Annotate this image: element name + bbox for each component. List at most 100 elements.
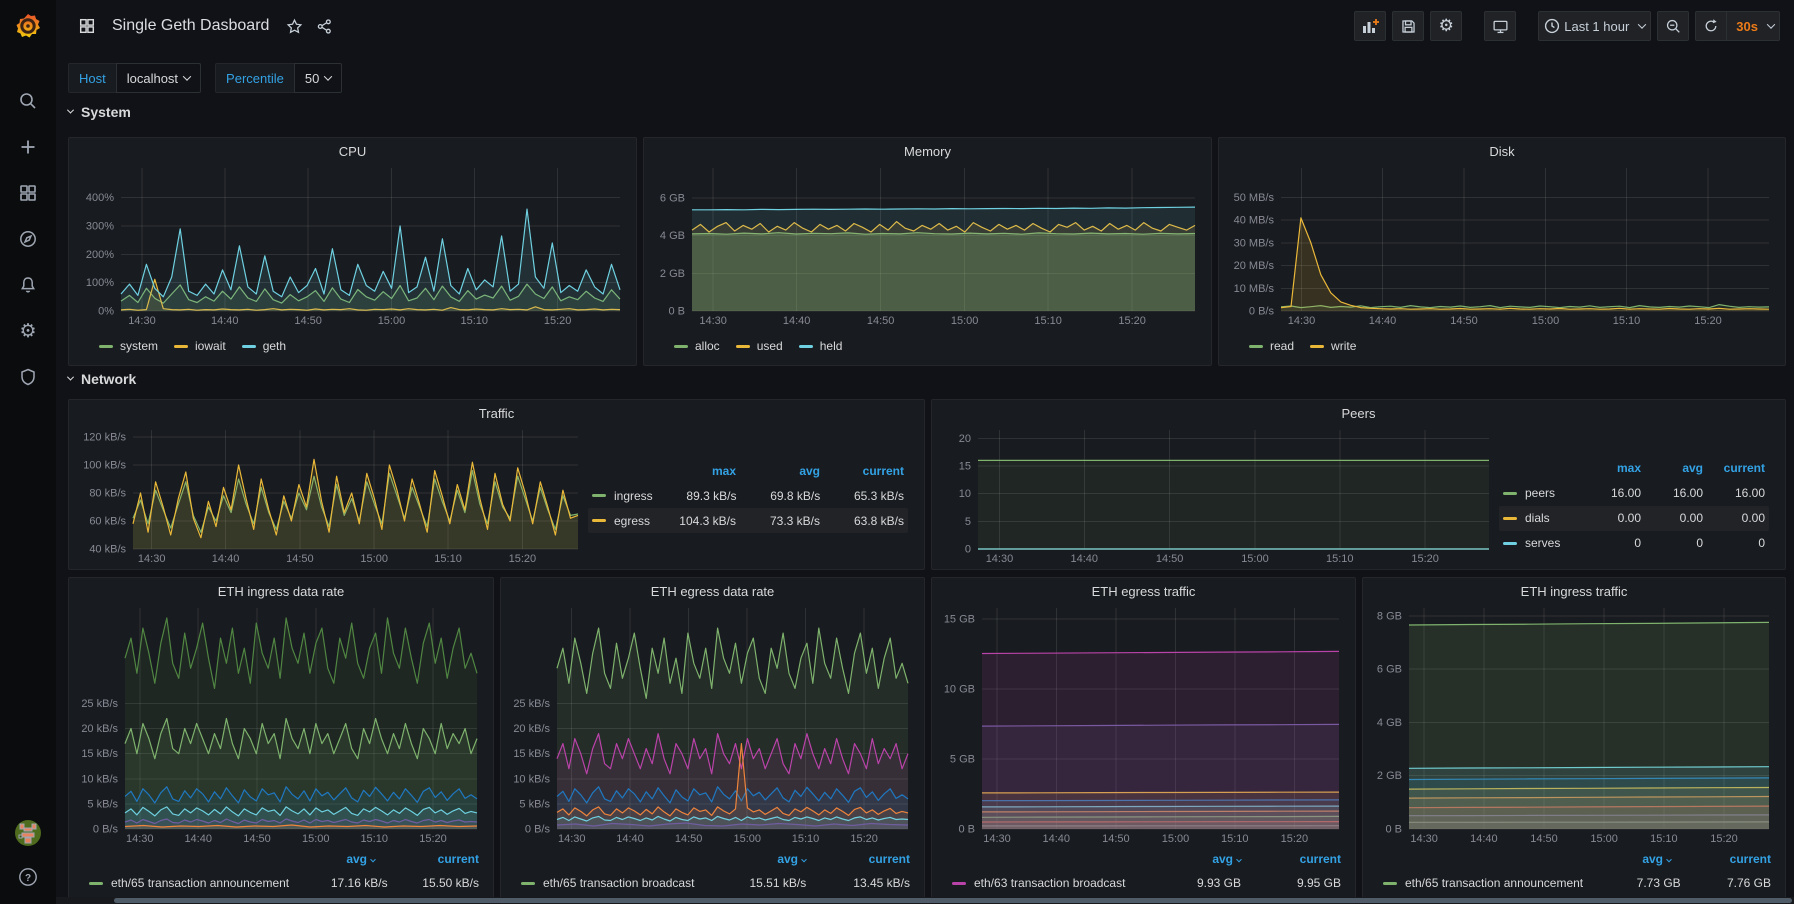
legend-sort-max[interactable]: max (652, 464, 736, 478)
legend-item-write[interactable]: write (1310, 339, 1356, 353)
horizontal-scrollbar[interactable] (114, 898, 1792, 903)
legend-row-serves: serves000 (1499, 531, 1769, 556)
legend-item-held[interactable]: held (799, 339, 843, 353)
legend-item-iowait[interactable]: iowait (174, 339, 226, 353)
svg-text:10 MB/s: 10 MB/s (1234, 283, 1275, 295)
variable-percentile-value[interactable]: 50 (294, 63, 342, 93)
legend-sort-avg[interactable]: avg (736, 464, 820, 478)
series-color-dash (952, 882, 966, 885)
svg-text:200%: 200% (86, 249, 114, 261)
legend-row-dials: dials0.000.000.00 (1499, 506, 1769, 531)
legend-label: system (120, 339, 158, 353)
add-panel-button[interactable] (1354, 11, 1386, 41)
svg-text:100 kB/s: 100 kB/s (83, 460, 126, 472)
svg-text:14:50: 14:50 (243, 833, 271, 845)
legend-sort-avg[interactable]: avg (1133, 852, 1241, 866)
chart-eth_ingress_rate[interactable]: 0 B/s5 kB/s10 kB/s15 kB/s20 kB/s25 kB/s1… (75, 604, 487, 845)
legend-sort-avg[interactable]: avg (1563, 852, 1671, 866)
grafana-logo[interactable] (0, 0, 56, 52)
dashboard-grid-icon[interactable] (72, 11, 102, 41)
time-range-picker[interactable]: Last 1 hour (1538, 11, 1651, 41)
chart-traffic[interactable]: 40 kB/s60 kB/s80 kB/s100 kB/s120 kB/s14:… (75, 426, 588, 565)
legend-item-serves[interactable]: serves (1503, 536, 1579, 550)
panel-title-peers[interactable]: Peers (932, 400, 1785, 426)
legend-peers: maxavgcurrentpeers16.0016.0016.00dials0.… (1499, 426, 1779, 565)
legend-item-used[interactable]: used (736, 339, 783, 353)
legend-item-eth/63 transaction broadcast[interactable]: eth/63 transaction broadcast (952, 876, 1133, 890)
save-dashboard-button[interactable] (1392, 11, 1424, 41)
legend-sort-avg[interactable]: avg (1641, 461, 1703, 475)
legend-item-egress[interactable]: egress (592, 514, 652, 528)
chart-cpu[interactable]: 0%100%200%300%400%14:3014:4014:5015:0015… (75, 164, 630, 327)
legend-sort-avg[interactable]: avg (263, 852, 375, 866)
svg-text:15:00: 15:00 (1241, 553, 1269, 565)
legend-sort-current[interactable]: current (1241, 852, 1341, 866)
chart-disk[interactable]: 0 B/s10 MB/s20 MB/s30 MB/s40 MB/s50 MB/s… (1225, 164, 1779, 327)
legend-item-eth/65 transaction announcement[interactable]: eth/65 transaction announcement (1383, 876, 1583, 890)
svg-text:10 GB: 10 GB (944, 684, 975, 696)
legend-item-dials[interactable]: dials (1503, 511, 1579, 525)
panel-title-disk[interactable]: Disk (1219, 138, 1785, 164)
legend-value: 9.95 GB (1241, 876, 1341, 890)
dashboard-settings-button[interactable]: ⚙ (1430, 11, 1462, 41)
zoom-out-button[interactable] (1657, 11, 1689, 41)
panel-title-cpu[interactable]: CPU (69, 138, 636, 164)
svg-text:?: ? (25, 873, 31, 884)
search-icon[interactable] (10, 88, 46, 114)
create-plus-icon[interactable] (10, 134, 46, 160)
panel-title-memory[interactable]: Memory (644, 138, 1211, 164)
user-avatar[interactable] (10, 820, 46, 846)
share-icon[interactable] (309, 11, 339, 41)
dashboards-icon[interactable] (10, 180, 46, 206)
tv-kiosk-button[interactable] (1484, 11, 1516, 41)
legend-item-eth/65 transaction broadcast[interactable]: eth/65 transaction broadcast (521, 876, 694, 890)
legend-sort-avg[interactable]: avg (694, 852, 806, 866)
legend-value: 104.3 kB/s (652, 514, 736, 528)
chart-eth_egress_traffic[interactable]: 0 B5 GB10 GB15 GB14:3014:4014:5015:0015:… (938, 604, 1349, 845)
row-header-system[interactable]: System (68, 104, 131, 120)
legend-sort-current[interactable]: current (1671, 852, 1771, 866)
variable-host-label[interactable]: Host (68, 63, 116, 93)
panel-title-eth_egress_traffic[interactable]: ETH egress traffic (932, 578, 1355, 604)
legend-item-ingress[interactable]: ingress (592, 489, 653, 503)
chart-memory[interactable]: 0 B2 GB4 GB6 GB14:3014:4014:5015:0015:10… (650, 164, 1205, 327)
svg-text:15:00: 15:00 (733, 833, 761, 845)
legend-item-geth[interactable]: geth (242, 339, 286, 353)
variable-host-value[interactable]: localhost (116, 63, 201, 93)
star-icon[interactable] (279, 11, 309, 41)
chart-peers[interactable]: 0510152014:3014:4014:5015:0015:1015:20 (938, 426, 1499, 565)
legend-sort-current[interactable]: current (375, 852, 479, 866)
admin-shield-icon[interactable] (10, 364, 46, 390)
help-icon[interactable]: ? (10, 864, 46, 890)
panel-title-eth_ingress_traffic[interactable]: ETH ingress traffic (1363, 578, 1785, 604)
legend-item-alloc[interactable]: alloc (674, 339, 720, 353)
refresh-interval-dropdown[interactable]: 30s (1727, 11, 1780, 41)
legend-disk: read write (1249, 331, 1779, 361)
panel-title-eth_ingress_rate[interactable]: ETH ingress data rate (69, 578, 493, 604)
refresh-button[interactable] (1695, 11, 1727, 41)
panel-title-eth_egress_rate[interactable]: ETH egress data rate (501, 578, 924, 604)
chart-eth_egress_rate[interactable]: 0 B/s5 kB/s10 kB/s15 kB/s20 kB/s25 kB/s1… (507, 604, 918, 845)
explore-compass-icon[interactable] (10, 226, 46, 252)
legend-item-read[interactable]: read (1249, 339, 1294, 353)
legend-item-eth/65 transaction announcement[interactable]: eth/65 transaction announcement (89, 876, 289, 890)
svg-text:14:30: 14:30 (1410, 833, 1438, 845)
legend-sort-max[interactable]: max (1579, 461, 1641, 475)
panel-title-traffic[interactable]: Traffic (69, 400, 924, 426)
legend-sort-current[interactable]: current (1703, 461, 1765, 475)
series-color-dash (1310, 345, 1324, 348)
row-header-network[interactable]: Network (68, 371, 136, 387)
svg-text:15:00: 15:00 (1162, 833, 1190, 845)
legend-sort-current[interactable]: current (806, 852, 910, 866)
legend-value: 73.3 kB/s (736, 514, 820, 528)
configuration-gear-icon[interactable]: ⚙ (10, 318, 46, 344)
variable-percentile-label[interactable]: Percentile (215, 63, 294, 93)
chart-eth_ingress_traffic[interactable]: 0 B2 GB4 GB6 GB8 GB14:3014:4014:5015:001… (1369, 604, 1779, 845)
legend-item-system[interactable]: system (99, 339, 158, 353)
legend-value: 9.93 GB (1133, 876, 1241, 890)
alerting-bell-icon[interactable] (10, 272, 46, 298)
legend-sort-current[interactable]: current (820, 464, 904, 478)
dashboard-title[interactable]: Single Geth Dasboard (112, 17, 269, 35)
legend-traffic: maxavgcurrentingress89.3 kB/s69.8 kB/s65… (588, 426, 918, 565)
legend-item-peers[interactable]: peers (1503, 486, 1579, 500)
